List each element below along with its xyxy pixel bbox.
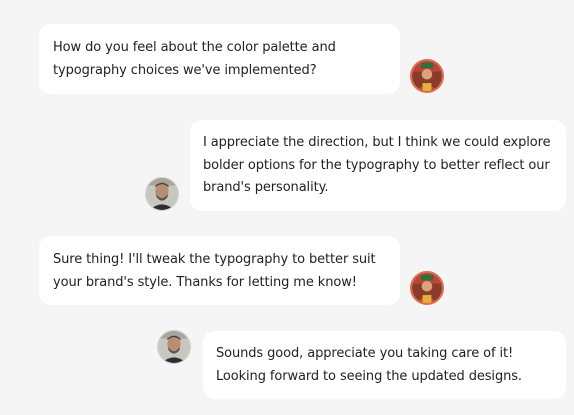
message-text: Sure thing! I'll tweak the typography to…	[53, 252, 376, 290]
avatar-image	[158, 331, 190, 363]
avatar[interactable]	[410, 271, 444, 305]
avatar-image	[412, 61, 442, 91]
message-text: How do you feel about the color palette …	[53, 40, 336, 78]
avatar[interactable]	[145, 177, 179, 211]
message-bubble: I appreciate the direction, but I think …	[190, 120, 566, 211]
message-text: I appreciate the direction, but I think …	[203, 135, 551, 195]
message-bubble: Sure thing! I'll tweak the typography to…	[39, 236, 400, 305]
message-bubble: Sounds good, appreciate you taking care …	[203, 331, 566, 399]
avatar[interactable]	[157, 330, 191, 364]
avatar-image	[146, 178, 178, 210]
message-bubble: How do you feel about the color palette …	[39, 24, 400, 94]
avatar[interactable]	[410, 59, 444, 93]
message-text: Sounds good, appreciate you taking care …	[216, 346, 522, 384]
avatar-image	[412, 273, 442, 303]
